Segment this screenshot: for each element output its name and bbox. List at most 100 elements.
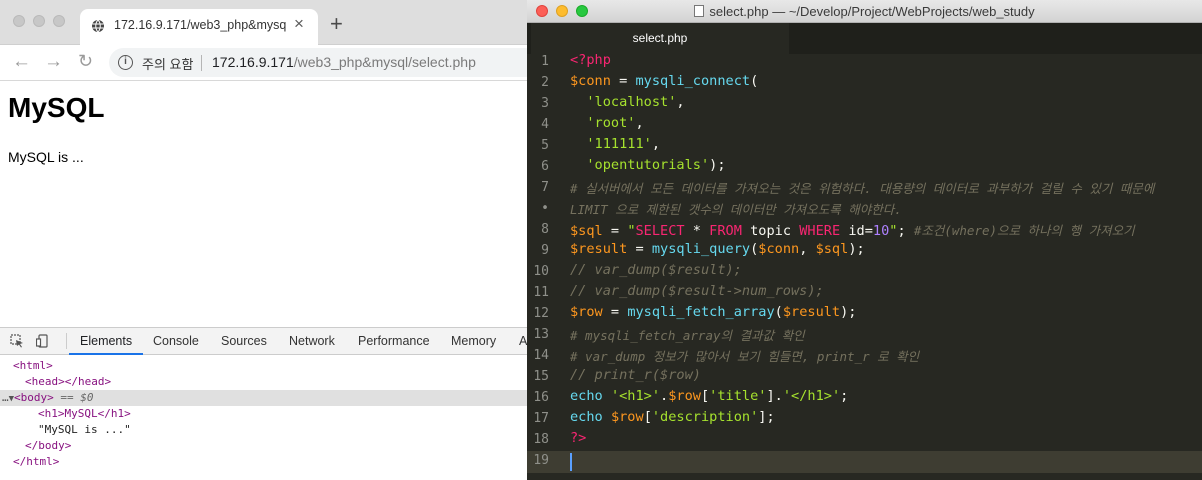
page-content: MySQL MySQL is ... bbox=[0, 81, 528, 327]
close-tab-icon[interactable]: × bbox=[294, 14, 304, 34]
line-number: 11 bbox=[533, 285, 549, 300]
code-token: '<h1>' bbox=[610, 388, 661, 404]
browser-tab[interactable]: 172.16.9.171/web3_php&mysql/ × bbox=[80, 9, 318, 45]
reload-icon[interactable]: ↻ bbox=[78, 51, 93, 72]
editor-tab[interactable]: select.php bbox=[531, 23, 789, 54]
globe-icon bbox=[92, 19, 104, 33]
tab-performance[interactable]: Performance bbox=[358, 334, 430, 348]
maximize-window-button[interactable] bbox=[53, 15, 65, 27]
code-line-7-wrap: LIMIT 으로 제한된 갯수의 데이터만 가져오도록 해야한다. bbox=[570, 202, 902, 217]
code-token: 10 bbox=[872, 223, 890, 239]
more-icon[interactable]: … bbox=[2, 391, 9, 404]
address-bar[interactable]: i 주의 요함 172.16.9.171/web3_php&mysql/sele… bbox=[109, 48, 528, 77]
dom-node-body-close[interactable]: </body> bbox=[0, 438, 528, 454]
new-tab-button[interactable]: + bbox=[330, 11, 343, 37]
tab-memory[interactable]: Memory bbox=[451, 334, 496, 348]
code-token: 'description' bbox=[651, 409, 759, 425]
dom-text: "MySQL is ..." bbox=[38, 423, 131, 436]
line-number: 10 bbox=[533, 264, 549, 279]
php-open-tag: <?php bbox=[570, 52, 611, 68]
code-line-18: ?> bbox=[570, 430, 586, 451]
device-toolbar-icon[interactable] bbox=[36, 334, 50, 348]
code-token: mysqli_connect bbox=[635, 73, 751, 89]
code-line-10: // var_dump($result); bbox=[570, 262, 742, 278]
code-token: ; bbox=[897, 223, 914, 239]
document-icon bbox=[694, 5, 705, 17]
info-icon[interactable]: i bbox=[118, 55, 133, 70]
dom-node-html[interactable]: <html> bbox=[0, 358, 528, 374]
forward-icon[interactable]: → bbox=[44, 51, 63, 73]
dom-node-body[interactable]: …▼<body> == $0 bbox=[0, 390, 528, 406]
code-token: $result bbox=[570, 241, 628, 257]
code-token: 'title' bbox=[709, 388, 767, 404]
active-tab-indicator bbox=[69, 353, 143, 355]
code-token: 'opentutorials' bbox=[586, 157, 710, 173]
code-token: echo bbox=[570, 388, 603, 404]
line-number: 14 bbox=[533, 348, 549, 363]
tab-console[interactable]: Console bbox=[153, 334, 199, 348]
dom-tag: </html> bbox=[13, 455, 60, 468]
line-number: 6 bbox=[541, 159, 549, 174]
code-line-12: $row = mysqli_fetch_array($result); bbox=[570, 304, 857, 320]
tab-elements[interactable]: Elements bbox=[80, 334, 132, 348]
code-token: $conn bbox=[758, 241, 800, 257]
security-label[interactable]: 주의 요함 bbox=[142, 54, 193, 73]
dom-node-h1[interactable]: <h1>MySQL</h1> bbox=[0, 406, 528, 422]
back-icon[interactable]: ← bbox=[12, 51, 31, 73]
code-token: $result bbox=[782, 304, 841, 320]
line-number: 4 bbox=[541, 117, 549, 132]
line-number: 18 bbox=[533, 432, 549, 447]
line-number: • bbox=[541, 201, 549, 216]
code-line-14: # var_dump 정보가 많아서 보기 힘들면, print_r 로 확인 bbox=[570, 349, 920, 364]
code-token: * bbox=[684, 223, 710, 239]
code-token: WHERE bbox=[799, 223, 841, 239]
address-divider bbox=[201, 55, 202, 71]
desktop: 172.16.9.171/web3_php&mysql/ × + ← → ↻ i… bbox=[0, 0, 1202, 480]
code-token: echo bbox=[570, 409, 603, 425]
browser-toolbar: ← → ↻ i 주의 요함 172.16.9.171/web3_php&mysq… bbox=[0, 45, 528, 81]
dom-node-head[interactable]: <head></head> bbox=[0, 374, 528, 390]
code-line-11: // var_dump($result->num_rows); bbox=[570, 283, 824, 299]
code-token: topic bbox=[741, 223, 800, 239]
dom-node-text[interactable]: "MySQL is ..." bbox=[0, 422, 528, 438]
code-comment: #조건(where)으로 하나의 행 가져오기 bbox=[913, 223, 1135, 238]
text-cursor bbox=[570, 453, 572, 471]
close-window-button[interactable] bbox=[13, 15, 25, 27]
line-number: 2 bbox=[541, 75, 549, 90]
tab-sources[interactable]: Sources bbox=[221, 334, 267, 348]
code-token: ); bbox=[709, 157, 726, 173]
code-token: $sql bbox=[815, 241, 849, 257]
minimize-window-button[interactable] bbox=[33, 15, 45, 27]
line-number: 16 bbox=[533, 390, 549, 405]
code-token: = bbox=[610, 73, 636, 89]
url-path: /web3_php&mysql/select.php bbox=[293, 54, 476, 70]
dom-tag: <body> bbox=[14, 391, 54, 404]
dom-tag: <h1>MySQL</h1> bbox=[38, 407, 131, 420]
editor-window: select.php — ~/Develop/Project/WebProjec… bbox=[527, 0, 1202, 480]
line-number: 1 bbox=[541, 54, 549, 69]
dom-node-html-close[interactable]: </html> bbox=[0, 454, 528, 470]
code-token: '</h1>' bbox=[782, 388, 841, 404]
inspect-element-icon[interactable] bbox=[10, 334, 24, 348]
tab-network[interactable]: Network bbox=[289, 334, 335, 348]
devtools-panel: Elements Console Sources Network Perform… bbox=[0, 327, 528, 480]
selected-node-marker: == $0 bbox=[60, 391, 94, 404]
line-number: 17 bbox=[533, 411, 549, 426]
code-line-15: // print_r($row) bbox=[570, 367, 701, 383]
code-token: 'root' bbox=[586, 115, 636, 131]
code-token: mysqli_fetch_array bbox=[627, 304, 775, 320]
devtools-tab-bar: Elements Console Sources Network Perform… bbox=[0, 328, 528, 355]
tab-title: 172.16.9.171/web3_php&mysql/ bbox=[114, 18, 286, 32]
editor-tab-bar: select.php bbox=[527, 23, 1202, 54]
code-line-17: echo $row['description']; bbox=[570, 409, 775, 425]
code-line-4: 'root', bbox=[586, 115, 644, 131]
page-heading: MySQL bbox=[8, 92, 105, 123]
browser-tab-bar: 172.16.9.171/web3_php&mysql/ × + bbox=[0, 0, 528, 45]
url-text[interactable]: 172.16.9.171/web3_php&mysql/select.php bbox=[212, 54, 476, 70]
devtools-divider bbox=[66, 333, 67, 349]
code-token: $row bbox=[570, 304, 603, 320]
code-line-2: $conn = mysqli_connect( bbox=[570, 73, 758, 94]
code-line-8: $sql = "SELECT * FROM topic WHERE id=10"… bbox=[570, 223, 1135, 239]
url-host: 172.16.9.171 bbox=[212, 54, 294, 70]
code-token: mysqli_query bbox=[651, 241, 751, 257]
